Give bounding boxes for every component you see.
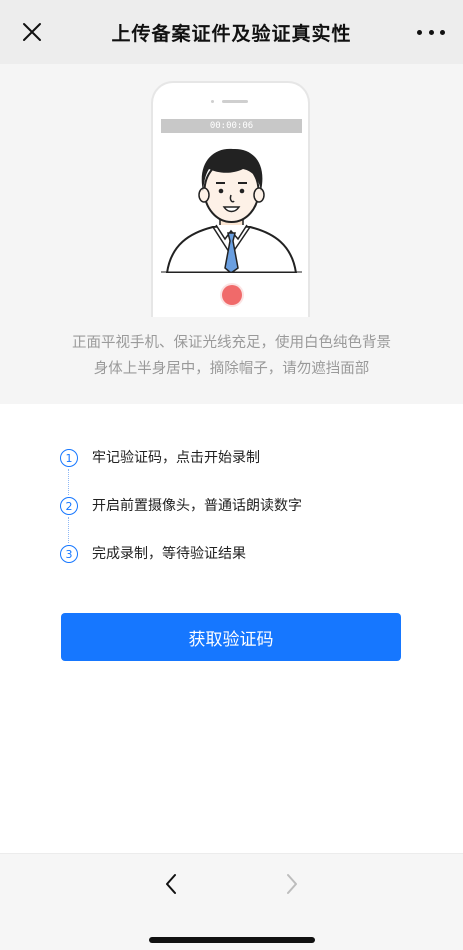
recording-timer: 00:00:06 bbox=[161, 119, 302, 133]
close-icon[interactable] bbox=[20, 20, 44, 44]
bottom-toolbar bbox=[0, 853, 463, 950]
chevron-left-icon[interactable] bbox=[160, 872, 184, 896]
nav-header: 上传备案证件及验证真实性 bbox=[0, 0, 463, 64]
instruction-hero: 00:00:06 正面平视手机、保证光线充足，使用白色纯色背景 身体上半身居中，… bbox=[0, 64, 463, 404]
step-number-icon: 2 bbox=[60, 497, 78, 515]
step-number-icon: 1 bbox=[60, 449, 78, 467]
phone-illustration: 00:00:06 bbox=[151, 81, 310, 317]
step-item: 2 开启前置摄像头，普通话朗读数字 bbox=[60, 495, 420, 543]
step-text: 开启前置摄像头，普通话朗读数字 bbox=[92, 498, 302, 514]
more-icon[interactable] bbox=[417, 21, 445, 43]
step-item: 1 牢记验证码，点击开始录制 bbox=[60, 447, 420, 495]
home-indicator[interactable] bbox=[149, 937, 315, 943]
person-avatar bbox=[161, 133, 302, 274]
page-title: 上传备案证件及验证真实性 bbox=[111, 22, 352, 45]
step-connector bbox=[68, 469, 69, 495]
record-button-illustration bbox=[222, 285, 242, 305]
chevron-right-icon[interactable] bbox=[279, 872, 303, 896]
phone-speaker bbox=[211, 99, 251, 103]
step-number-icon: 3 bbox=[60, 545, 78, 563]
step-text: 牢记验证码，点击开始录制 bbox=[92, 450, 260, 466]
step-text: 完成录制，等待验证结果 bbox=[92, 546, 246, 562]
steps-list: 1 牢记验证码，点击开始录制 2 开启前置摄像头，普通话朗读数字 3 完成录制，… bbox=[60, 447, 420, 591]
tips-line-1: 正面平视手机、保证光线充足，使用白色纯色背景 bbox=[72, 335, 391, 351]
step-item: 3 完成录制，等待验证结果 bbox=[60, 543, 420, 591]
get-verification-code-button[interactable]: 获取验证码 bbox=[61, 613, 401, 661]
step-connector bbox=[68, 517, 69, 543]
instruction-tips: 正面平视手机、保证光线充足，使用白色纯色背景 身体上半身居中，摘除帽子，请勿遮挡… bbox=[0, 330, 463, 382]
tips-line-2: 身体上半身居中，摘除帽子，请勿遮挡面部 bbox=[93, 361, 370, 377]
